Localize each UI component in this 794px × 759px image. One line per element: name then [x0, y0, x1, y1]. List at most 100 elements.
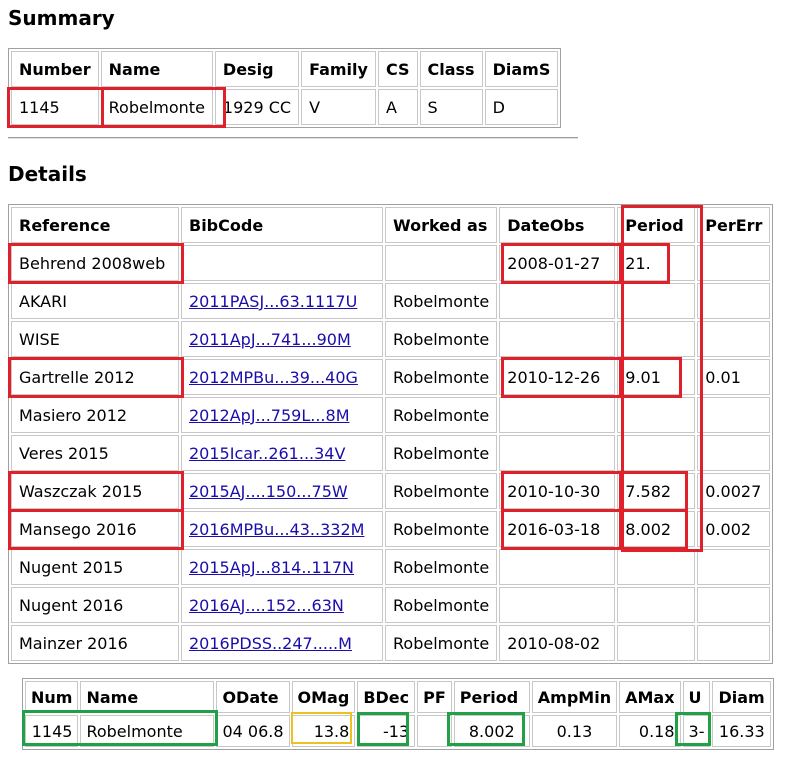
lightcurve-data-row: 1145 Robelmonte 04 06.8 13.8 -13 8.002 0… — [25, 715, 771, 747]
cell-dateobs — [499, 397, 616, 433]
details-row: Gartrelle 2012 2012MPBu...39...40G Robelmo… — [11, 359, 771, 395]
cell-dateobs: 2008-01-27 — [499, 245, 616, 281]
header-amax: AMax — [619, 681, 681, 713]
cell-pererr — [697, 321, 771, 357]
details-row: Mansego 2016 2016MPBu...43..332M Robelmont… — [11, 511, 771, 547]
cell-worked-as: Robelmonte — [385, 549, 498, 585]
cell-pererr — [697, 245, 771, 281]
header-name: Name — [100, 51, 213, 87]
cell-bibcode: 2011PASJ...63.1117U — [181, 283, 383, 319]
bibcode-link[interactable]: 2015Icar..261...34V — [189, 444, 345, 463]
cell-class: S — [419, 89, 483, 125]
cell-period: 7.582 — [617, 473, 696, 509]
header-class: Class — [419, 51, 483, 87]
cell-dateobs: 2016-03-18 — [499, 511, 616, 547]
cell-pererr: 0.0027 — [697, 473, 771, 509]
bibcode-link[interactable]: 2011PASJ...63.1117U — [189, 292, 357, 311]
cell-period — [617, 625, 696, 661]
cell-dateobs: 2010-08-02 — [499, 625, 616, 661]
details-row: Nugent 2015 2015ApJ...814..117N Robelmonte — [11, 549, 771, 585]
cell-name: Robelmonte — [80, 715, 215, 747]
header-bdec: BDec — [357, 681, 416, 713]
cell-worked-as: Robelmonte — [385, 511, 498, 547]
cell-name: Robelmonte — [100, 89, 213, 125]
header-pf: PF — [417, 681, 452, 713]
header-pererr: PerErr — [697, 207, 771, 243]
cell-pererr — [697, 587, 771, 623]
section-divider — [8, 137, 578, 139]
header-name: Name — [80, 681, 215, 713]
details-row: Waszczak 2015 2015AJ....150...75W Robelmon… — [11, 473, 771, 509]
cell-reference: WISE — [11, 321, 179, 357]
cell-number: 1145 — [11, 89, 99, 125]
cell-dateobs — [499, 283, 616, 319]
cell-cs: A — [377, 89, 418, 125]
bibcode-link[interactable]: 2015ApJ...814..117N — [189, 558, 354, 577]
cell-bibcode: 2012ApJ...759L...8M — [181, 397, 383, 433]
header-desig: Desig — [214, 51, 300, 87]
cell-reference: Behrend 2008web — [11, 245, 179, 281]
details-row: Behrend 2008web 2008-01-27 21. — [11, 245, 771, 281]
cell-dateobs: 2010-10-30 — [499, 473, 616, 509]
header-number: Number — [11, 51, 99, 87]
header-family: Family — [301, 51, 376, 87]
cell-worked-as: Robelmonte — [385, 283, 498, 319]
cell-worked-as — [385, 245, 498, 281]
cell-bibcode: 2016PDSS..247.....M — [181, 625, 383, 661]
bibcode-link[interactable]: 2012MPBu...39...40G — [189, 368, 358, 387]
cell-diam: 16.33 — [712, 715, 771, 747]
cell-ampmin: 0.13 — [531, 715, 618, 747]
cell-dateobs: 2010-12-26 — [499, 359, 616, 395]
details-row: Mainzer 2016 2016PDSS..247.....M Robelmont… — [11, 625, 771, 661]
details-row: WISE 2011ApJ...741...90M Robelmonte — [11, 321, 771, 357]
cell-period — [617, 549, 696, 585]
details-row: AKARI 2011PASJ...63.1117U Robelmonte — [11, 283, 771, 319]
cell-period — [617, 587, 696, 623]
cell-reference: Veres 2015 — [11, 435, 179, 471]
cell-reference: Nugent 2015 — [11, 549, 179, 585]
header-period: Period — [617, 207, 696, 243]
details-row: Nugent 2016 2016AJ....152...63N Robelmonte — [11, 587, 771, 623]
cell-bibcode: 2015Icar..261...34V — [181, 435, 383, 471]
cell-pererr — [697, 397, 771, 433]
header-num: Num — [25, 681, 79, 713]
cell-period: 8.002 — [617, 511, 696, 547]
details-heading: Details — [8, 162, 87, 186]
header-cs: CS — [377, 51, 418, 87]
cell-bibcode: 2015AJ....150...75W — [181, 473, 383, 509]
cell-reference: Mansego 2016 — [11, 511, 179, 547]
cell-amax: 0.18 — [619, 715, 681, 747]
cell-dateobs — [499, 549, 616, 585]
cell-dateobs — [499, 321, 616, 357]
bibcode-link[interactable]: 2016MPBu...43..332M — [189, 520, 364, 539]
cell-pererr — [697, 549, 771, 585]
details-row: Masiero 2012 2012ApJ...759L...8M Robelmont… — [11, 397, 771, 433]
cell-omag: 13.8 — [291, 715, 356, 747]
bibcode-link[interactable]: 2016AJ....152...63N — [189, 596, 344, 615]
cell-period — [617, 397, 696, 433]
cell-u: 3- — [682, 715, 711, 747]
cell-diams: D — [484, 89, 559, 125]
cell-reference: Masiero 2012 — [11, 397, 179, 433]
cell-reference: Gartrelle 2012 — [11, 359, 179, 395]
cell-desig: 1929 CC — [214, 89, 300, 125]
cell-pererr — [697, 625, 771, 661]
cell-period — [617, 435, 696, 471]
header-u: U — [682, 681, 711, 713]
bibcode-link[interactable]: 2016PDSS..247.....M — [189, 634, 352, 653]
summary-data-row: 1145 Robelmonte 1929 CC V A S D — [11, 89, 559, 125]
bibcode-link[interactable]: 2015AJ....150...75W — [189, 482, 348, 501]
cell-reference: AKARI — [11, 283, 179, 319]
cell-bibcode — [181, 245, 383, 281]
summary-table: Number Name Desig Family CS Class DiamS … — [8, 48, 562, 128]
header-omag: OMag — [291, 681, 356, 713]
cell-bibcode: 2012MPBu...39...40G — [181, 359, 383, 395]
bibcode-link[interactable]: 2011ApJ...741...90M — [189, 330, 351, 349]
cell-reference: Mainzer 2016 — [11, 625, 179, 661]
cell-family: V — [301, 89, 376, 125]
cell-bibcode: 2011ApJ...741...90M — [181, 321, 383, 357]
header-dateobs: DateObs — [499, 207, 616, 243]
bibcode-link[interactable]: 2012ApJ...759L...8M — [189, 406, 350, 425]
header-period: Period — [453, 681, 530, 713]
lightcurve-header-row: Num Name ODate OMag BDec PF Period AmpMi… — [25, 681, 771, 713]
